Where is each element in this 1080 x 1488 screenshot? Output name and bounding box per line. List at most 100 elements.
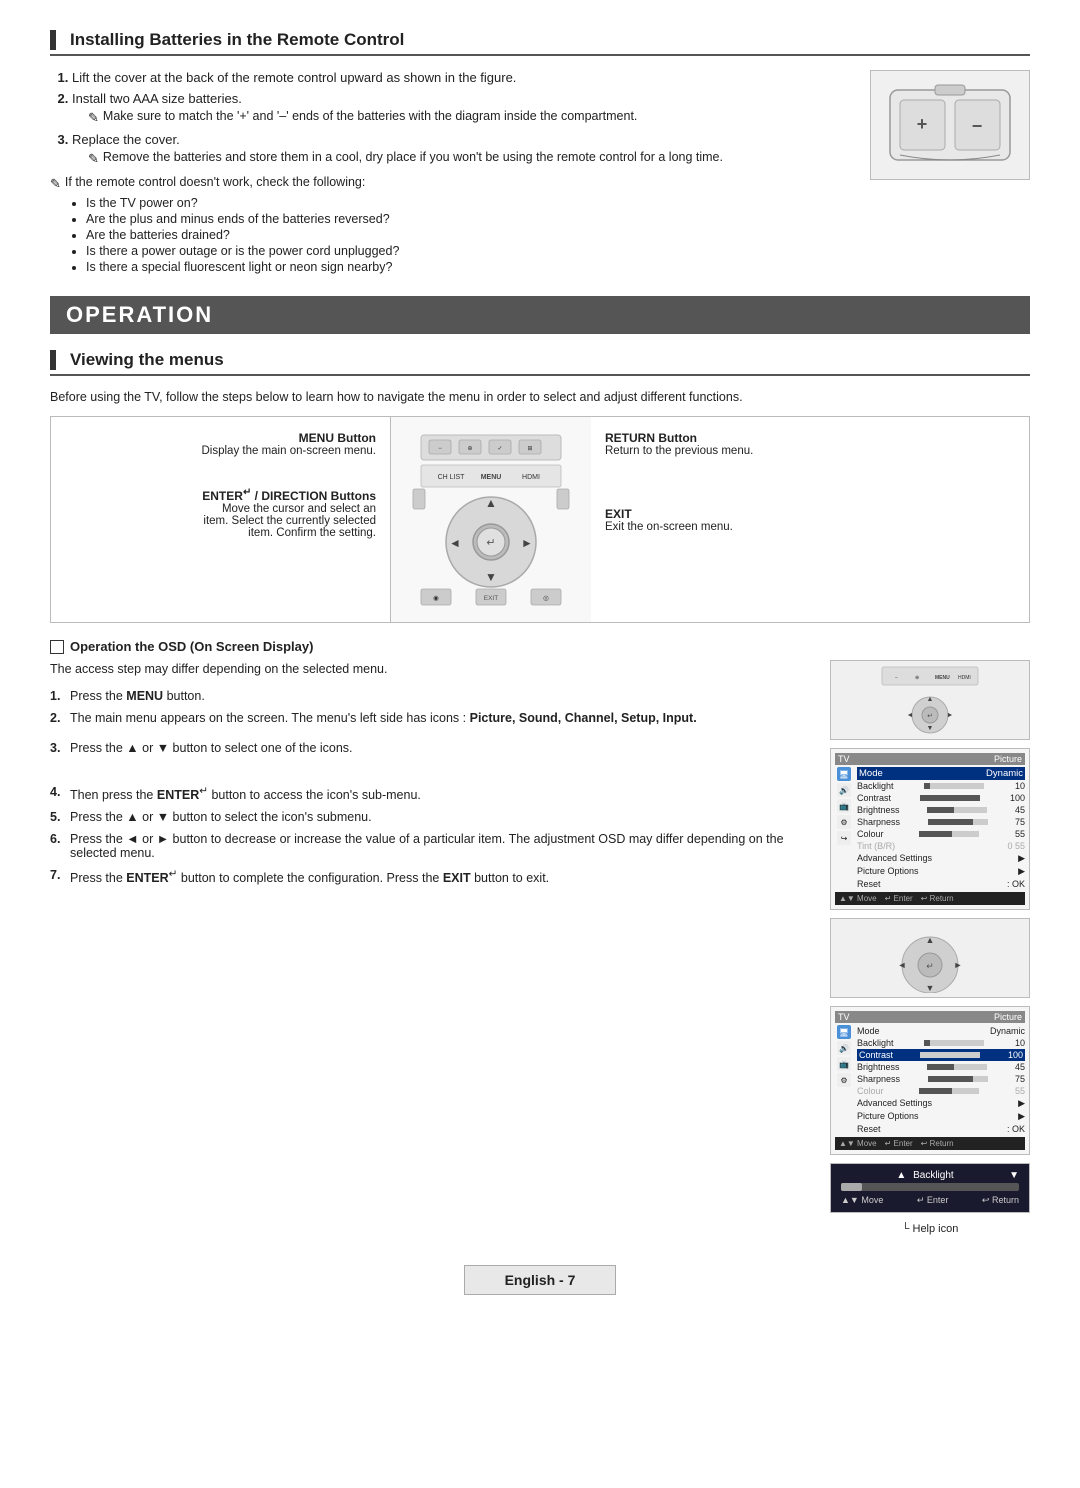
batteries-title: Installing Batteries in the Remote Contr…: [50, 30, 1030, 56]
step-3: Replace the cover. ✎ Remove the batterie…: [72, 132, 850, 167]
menu-row-contrast-2: Contrast 100: [857, 1049, 1025, 1061]
backlight-fill: [841, 1183, 862, 1191]
list-item: Is the TV power on?: [86, 196, 850, 210]
menu-nav-bar-1: ▲▼ Move ↵ Enter ↩ Return: [835, 892, 1025, 905]
menu-row-brightness-2: Brightness 45: [857, 1061, 1025, 1073]
menu-row-brightness: Brightness 45: [857, 804, 1025, 816]
sharpness-bar-2: [928, 1076, 988, 1082]
backlight-adjustment-bar: ▲ Backlight ▼ ▲▼ Move ↵ Enter ↩ Return: [830, 1163, 1030, 1213]
enter-button-label: ENTER↵ / DIRECTION Buttons Move the curs…: [65, 487, 376, 539]
menu-row-reset-2: Reset: OK: [857, 1123, 1025, 1135]
menu-row-backlight: Backlight 10: [857, 780, 1025, 792]
batteries-section: Installing Batteries in the Remote Contr…: [50, 30, 1030, 276]
svg-text:−: −: [438, 446, 442, 452]
contrast-fill-2: [920, 1052, 980, 1058]
backlight-label: ▲ Backlight ▼: [841, 1170, 1019, 1181]
svg-text:↵: ↵: [926, 961, 934, 971]
viewing-title: Viewing the menus: [50, 350, 1030, 376]
menu-row-mode-2: ModeDynamic: [857, 1025, 1025, 1037]
menu-tv-header: TV Picture: [835, 753, 1025, 765]
svg-text:◄: ◄: [898, 960, 907, 970]
menu-row-advanced: Advanced Settings▶: [857, 852, 1025, 865]
menu-row-picture-options-2: Picture Options▶: [857, 1110, 1025, 1123]
note-icon-2: ✎: [88, 151, 99, 167]
remote-svg: − ⊕ ✓ ⊞ CH LIST MENU HDMI: [411, 427, 571, 612]
colour-bar-2: [919, 1088, 979, 1094]
svg-text:CH LIST: CH LIST: [438, 474, 466, 481]
checklist-header: ✎ If the remote control doesn't work, ch…: [50, 175, 850, 192]
menu-row-contrast: Contrast 100: [857, 792, 1025, 804]
remote-diagram: MENU Button Display the main on-screen m…: [50, 416, 1030, 623]
svg-text:HDMI: HDMI: [958, 675, 971, 681]
sound-icon-2: 🔊: [837, 1041, 851, 1055]
step-2-note: ✎ Make sure to match the '+' and '–' end…: [88, 109, 850, 126]
svg-text:⊕: ⊕: [467, 446, 472, 452]
svg-text:▼: ▼: [926, 983, 935, 993]
svg-text:↵: ↵: [486, 537, 495, 549]
remote-right-labels: RETURN Button Return to the previous men…: [591, 417, 1029, 622]
osd-screenshots: − ⊕ MENU HDMI ↵ ▲ ▼ ◄ ►: [830, 660, 1030, 1235]
batteries-content: Lift the cover at the back of the remote…: [50, 70, 1030, 276]
menu-screenshot-1: TV Picture 🖥 🔊 📺 ⚙ ↪: [830, 748, 1030, 910]
contrast-bar-2: [920, 1052, 980, 1058]
checklist-block: Is the TV power on? Are the plus and min…: [66, 196, 850, 274]
sound-icon: 🔊: [837, 783, 851, 797]
svg-text:⊕: ⊕: [915, 675, 919, 681]
sharpness-fill-2: [928, 1076, 973, 1082]
mini-remote-2: ↵ ▲ ▼ ◄ ►: [830, 918, 1030, 998]
list-item: Are the batteries drained?: [86, 228, 850, 242]
channel-icon-2: 📺: [837, 1057, 851, 1071]
svg-text:▲: ▲: [485, 496, 497, 510]
viewing-section: Viewing the menus Before using the TV, f…: [50, 350, 1030, 1235]
sharpness-fill: [928, 819, 973, 825]
menu-row-tint: Tint (B/R)0 55: [857, 840, 1025, 852]
menu-tv-header-2: TV Picture: [835, 1011, 1025, 1023]
svg-text:⊞: ⊞: [527, 446, 532, 452]
svg-text:▲: ▲: [926, 935, 935, 945]
remote-illustration: − ⊕ ✓ ⊞ CH LIST MENU HDMI: [391, 417, 591, 622]
menu-nav-bar-2: ▲▼ Move ↵ Enter ↩ Return: [835, 1137, 1025, 1150]
checkbox-icon: [50, 640, 64, 654]
contrast-fill: [920, 795, 980, 801]
menu-screenshot-2: TV Picture 🖥 🔊 📺 ⚙ ModeDynamic: [830, 1006, 1030, 1155]
return-button-label: RETURN Button Return to the previous men…: [605, 431, 1015, 457]
battery-svg: + −: [885, 80, 1015, 170]
picture-icon-2: 🖥: [837, 1025, 851, 1039]
svg-text:◄: ◄: [449, 536, 461, 550]
help-icon-caption: └ Help icon: [830, 1223, 1030, 1235]
colour-bar: [919, 831, 979, 837]
setup-icon-2: ⚙: [837, 1073, 851, 1087]
brightness-fill: [927, 807, 954, 813]
english-badge: English - 7: [464, 1265, 617, 1295]
page-footer: English - 7: [50, 1265, 1030, 1295]
menu-button-label: MENU Button Display the main on-screen m…: [65, 431, 376, 457]
batteries-text: Lift the cover at the back of the remote…: [50, 70, 850, 276]
menu-row-picture-options: Picture Options▶: [857, 865, 1025, 878]
mini-remote-svg-1: − ⊕ MENU HDMI ↵ ▲ ▼ ◄ ►: [880, 665, 980, 735]
list-item: Is there a special fluorescent light or …: [86, 260, 850, 274]
svg-text:◄: ◄: [907, 712, 914, 719]
step-1: Lift the cover at the back of the remote…: [72, 70, 850, 85]
osd-section: Operation the OSD (On Screen Display) Th…: [50, 639, 1030, 1235]
menu-icons-col-2: 🖥 🔊 📺 ⚙: [835, 1025, 853, 1135]
svg-text:MENU: MENU: [935, 675, 950, 681]
osd-step-6: 6. Press the ◄ or ► button to decrease o…: [50, 832, 810, 860]
svg-text:+: +: [917, 114, 928, 134]
svg-text:✓: ✓: [497, 446, 502, 452]
svg-text:EXIT: EXIT: [484, 595, 498, 602]
svg-text:▼: ▼: [927, 725, 934, 732]
svg-text:▼: ▼: [485, 570, 497, 584]
backlight-bar-1: [924, 783, 984, 789]
remote-left-labels: MENU Button Display the main on-screen m…: [51, 417, 391, 622]
menu-items-col: ModeDynamic Backlight 10 Contrast 100: [857, 767, 1025, 890]
menu-icons-col: 🖥 🔊 📺 ⚙ ↪: [835, 767, 853, 890]
svg-text:►: ►: [521, 536, 533, 550]
exit-label: EXIT Exit the on-screen menu.: [605, 507, 1015, 533]
osd-step-4: 4. Then press the ENTER↵ button to acces…: [50, 785, 810, 802]
brightness-fill-2: [927, 1064, 954, 1070]
list-item: Are the plus and minus ends of the batte…: [86, 212, 850, 226]
menu-row-backlight-2: Backlight 10: [857, 1037, 1025, 1049]
menu-layout: 🖥 🔊 📺 ⚙ ↪ ModeDynamic Bac: [835, 767, 1025, 890]
contrast-bar: [920, 795, 980, 801]
menu-row-mode: ModeDynamic: [857, 767, 1025, 780]
